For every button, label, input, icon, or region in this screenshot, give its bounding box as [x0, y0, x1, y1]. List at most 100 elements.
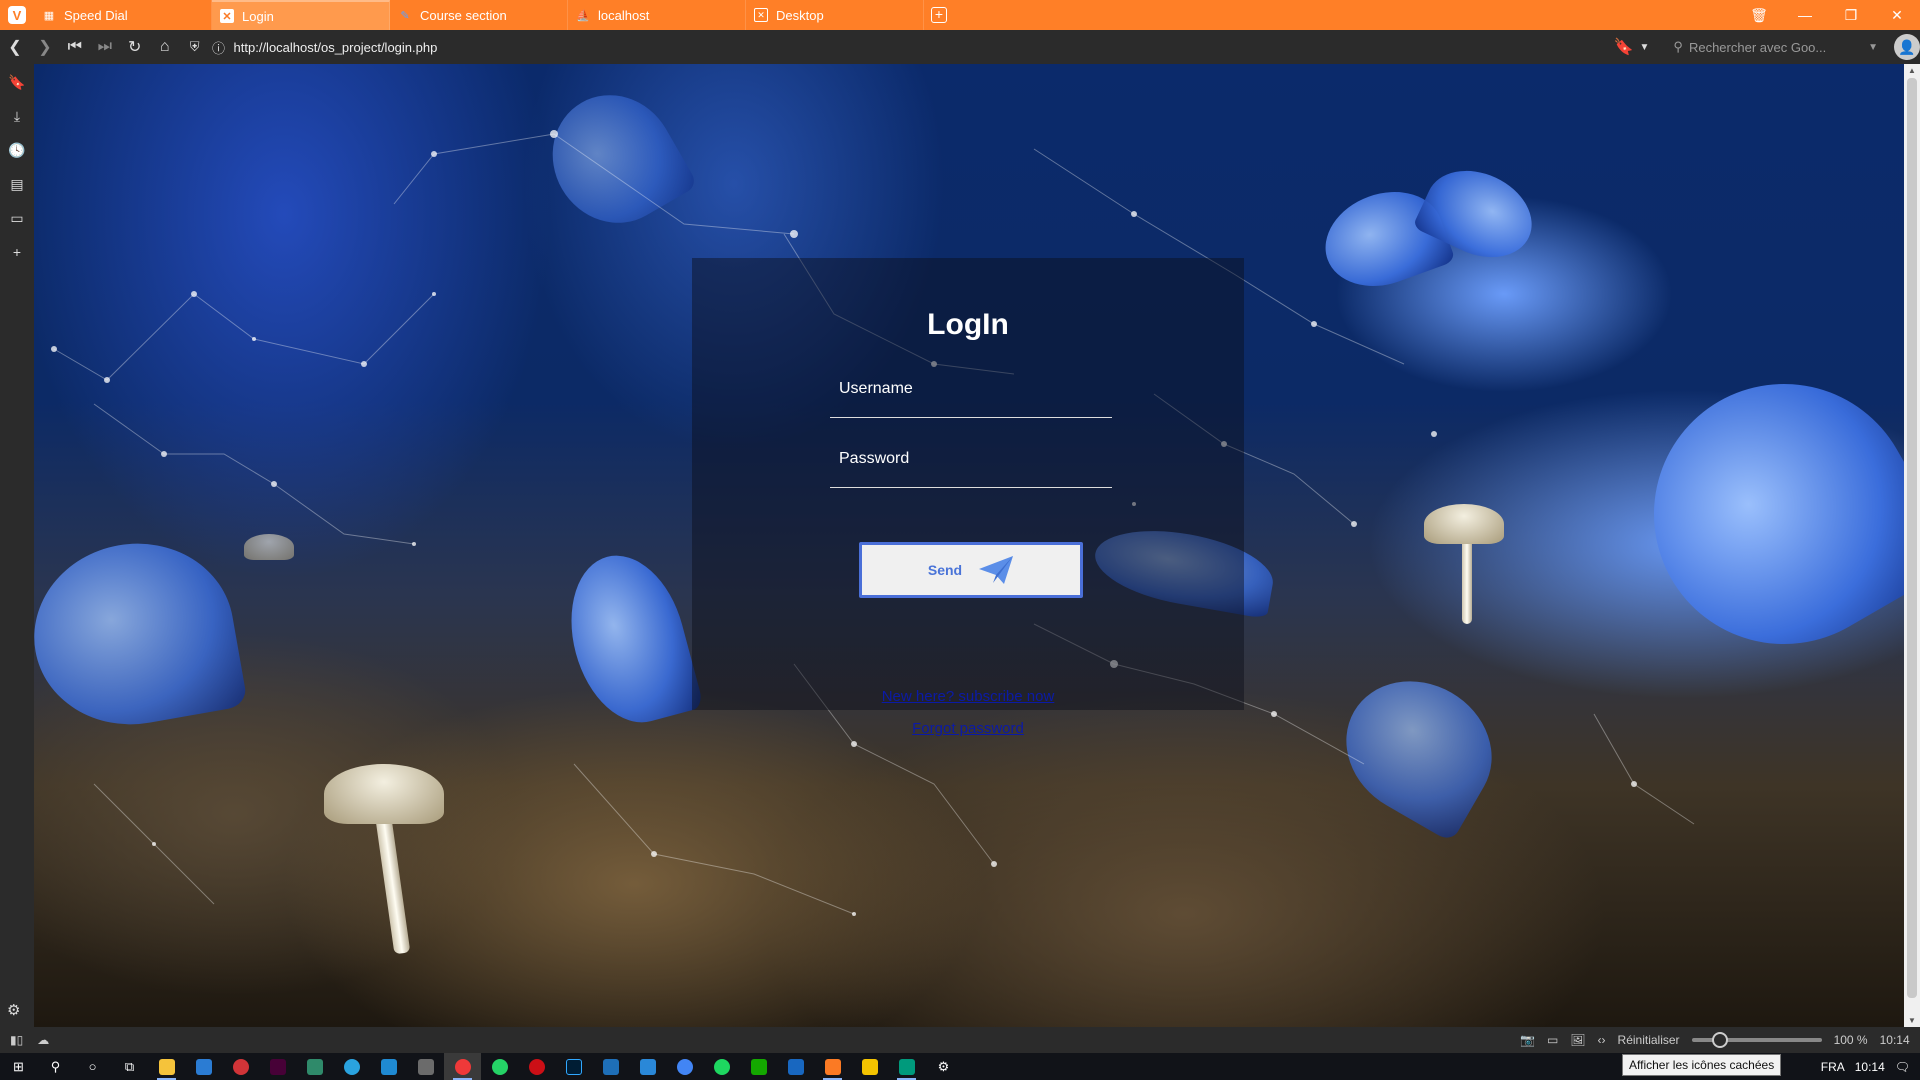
- photoshop-icon[interactable]: [555, 1053, 592, 1080]
- panel-toggle-icon[interactable]: ▮▯: [10, 1033, 23, 1047]
- page-title: LogIn: [927, 308, 1009, 341]
- windows-start-icon[interactable]: ⊞: [0, 1053, 37, 1080]
- settings-gear-icon[interactable]: ⚙: [7, 1001, 20, 1019]
- chevron-right-icon: ❯: [38, 39, 52, 56]
- reload-button[interactable]: ↻: [120, 30, 150, 64]
- home-button[interactable]: ⌂: [150, 30, 180, 64]
- paper-plane-icon: [979, 556, 1014, 584]
- task-view-icon[interactable]: ⧉: [111, 1053, 148, 1080]
- record-icon[interactable]: [222, 1053, 259, 1080]
- vivaldi-menu-button[interactable]: V: [0, 0, 34, 30]
- vscode-icon[interactable]: [370, 1053, 407, 1080]
- status-bar: ▮▯ ☁ 📷 ▭ 🖼 ‹› Réinitialiser 100 % 10:14: [0, 1027, 1920, 1053]
- trash-icon[interactable]: 🗑: [1736, 7, 1782, 24]
- file-explorer-icon[interactable]: [148, 1053, 185, 1080]
- zoom-knob[interactable]: [1711, 1032, 1728, 1048]
- user-icon: 👤: [1898, 38, 1916, 55]
- page-scrollbar[interactable]: ▲ ▼: [1904, 64, 1920, 1027]
- tab-localhost[interactable]: ⛵ localhost: [568, 0, 746, 30]
- send-button[interactable]: Send: [859, 542, 1083, 598]
- cortana-icon[interactable]: ○: [74, 1053, 111, 1080]
- tab-desktop[interactable]: ✕ Desktop: [746, 0, 924, 30]
- notes-panel-icon[interactable]: ▤: [7, 174, 27, 194]
- store-icon[interactable]: [407, 1053, 444, 1080]
- scroll-up-icon[interactable]: ▲: [1904, 66, 1920, 75]
- virtualbox-icon[interactable]: [592, 1053, 629, 1080]
- scroll-thumb[interactable]: [1907, 78, 1917, 998]
- page-content: LogIn Username Password Send New here? s…: [34, 64, 1904, 1027]
- vivaldi-icon: V: [8, 6, 26, 24]
- zoom-slider[interactable]: [1691, 1032, 1822, 1048]
- profile-avatar[interactable]: 👤: [1894, 34, 1920, 60]
- camera-icon[interactable]: 📷: [1520, 1033, 1535, 1047]
- chevron-down-icon[interactable]: ▼: [1639, 42, 1649, 53]
- username-field[interactable]: Username: [830, 374, 1112, 418]
- zoom-reset-button[interactable]: Réinitialiser: [1618, 1033, 1680, 1047]
- vuetify-icon[interactable]: [777, 1053, 814, 1080]
- search-icon[interactable]: ⚲: [37, 1053, 74, 1080]
- settings-icon[interactable]: ⚙: [925, 1053, 962, 1080]
- close-button[interactable]: ✕: [1874, 7, 1920, 24]
- spotify-icon[interactable]: [703, 1053, 740, 1080]
- mail-icon[interactable]: [185, 1053, 222, 1080]
- notification-icon[interactable]: 🗨: [1895, 1060, 1910, 1074]
- minimize-button[interactable]: —: [1782, 7, 1828, 23]
- xampp-icon: ✕: [220, 9, 234, 23]
- add-panel-icon[interactable]: +: [7, 242, 27, 262]
- xampp-icon: ✕: [754, 8, 768, 22]
- upwork-icon[interactable]: [740, 1053, 777, 1080]
- image-icon[interactable]: 🖼: [1570, 1033, 1585, 1047]
- whatsapp-icon[interactable]: [481, 1053, 518, 1080]
- url-field[interactable]: http://localhost/os_project/login.php: [234, 40, 1614, 55]
- grid-icon: ▦: [43, 9, 55, 22]
- fast-forward-button[interactable]: ⏭: [90, 30, 120, 64]
- forgot-password-link[interactable]: Forgot password: [692, 720, 1244, 737]
- search-input[interactable]: ⚲ Rechercher avec Goo... ▼: [1673, 35, 1878, 59]
- forward-button[interactable]: ❯: [30, 30, 60, 64]
- status-clock: 10:14: [1879, 1033, 1910, 1047]
- shield-icon[interactable]: ⛨: [180, 30, 210, 64]
- fast-forward-icon: ⏭: [97, 38, 112, 55]
- vivaldi-icon[interactable]: [444, 1053, 481, 1080]
- history-panel-icon[interactable]: 🕓: [7, 140, 27, 160]
- chrome-icon[interactable]: [666, 1053, 703, 1080]
- login-form: LogIn Username Password Send New here? s…: [692, 258, 1244, 737]
- vs-code-insiders-icon[interactable]: [888, 1053, 925, 1080]
- home-icon: ⌂: [159, 38, 170, 55]
- taskbar-clock[interactable]: 10:14: [1855, 1060, 1885, 1074]
- new-tab-button[interactable]: +: [924, 0, 954, 30]
- tile-icon[interactable]: ▭: [1547, 1033, 1558, 1047]
- language-indicator[interactable]: FRA: [1821, 1060, 1845, 1074]
- cloud-sync-icon[interactable]: ☁: [37, 1033, 49, 1047]
- site-info-icon[interactable]: ⓘ: [210, 30, 228, 64]
- bookmarks-panel-icon[interactable]: 🔖: [7, 72, 27, 92]
- username-label: Username: [839, 380, 913, 397]
- tray-tooltip: Afficher les icônes cachées: [1622, 1054, 1782, 1076]
- tab-course-section[interactable]: ✎ Course section: [390, 0, 568, 30]
- telegram-icon[interactable]: [333, 1053, 370, 1080]
- opera-icon[interactable]: [518, 1053, 555, 1080]
- zoom-level: 100 %: [1833, 1033, 1868, 1047]
- downloads-panel-icon[interactable]: ⤓: [7, 106, 27, 126]
- adobe-xd-icon[interactable]: [259, 1053, 296, 1080]
- xampp-icon[interactable]: [814, 1053, 851, 1080]
- subscribe-link[interactable]: New here? subscribe now: [692, 688, 1244, 705]
- maximize-button[interactable]: ❐: [1828, 7, 1874, 24]
- code-icon[interactable]: ‹›: [1598, 1033, 1606, 1047]
- tab-label: Desktop: [776, 7, 824, 23]
- tab-login[interactable]: ✕ Login: [212, 0, 390, 30]
- bookmark-icon[interactable]: 🔖: [1614, 37, 1634, 57]
- tab-speed-dial[interactable]: ▦ Speed Dial: [34, 0, 212, 30]
- phpmyadmin-icon: ⛵: [576, 9, 590, 22]
- password-field[interactable]: Password: [830, 444, 1112, 488]
- rewind-button[interactable]: ⏮: [60, 30, 90, 64]
- sticky-notes-icon[interactable]: [851, 1053, 888, 1080]
- app-icon[interactable]: [629, 1053, 666, 1080]
- scroll-down-icon[interactable]: ▼: [1904, 1016, 1920, 1025]
- tab-label: Login: [242, 8, 274, 24]
- chevron-down-icon[interactable]: ▼: [1868, 42, 1878, 53]
- anaconda-icon[interactable]: [296, 1053, 333, 1080]
- back-button[interactable]: ❮: [0, 30, 30, 64]
- window-panel-icon[interactable]: ▭: [7, 208, 27, 228]
- tab-bar: V ▦ Speed Dial ✕ Login ✎ Course section …: [0, 0, 1920, 30]
